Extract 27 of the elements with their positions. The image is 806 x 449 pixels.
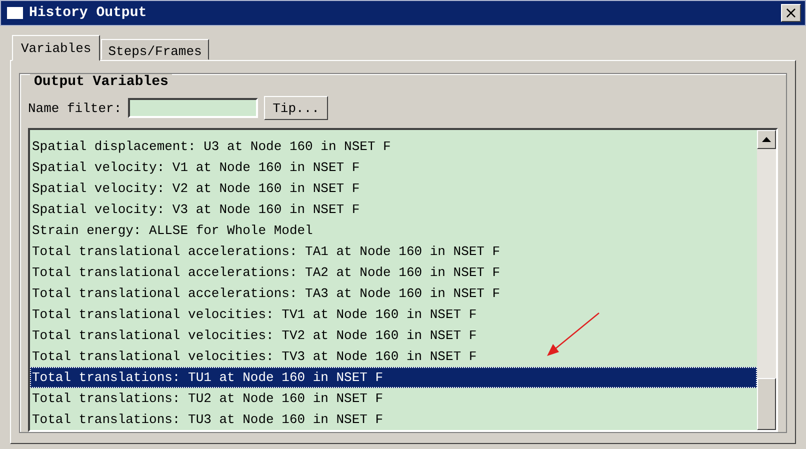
name-filter-label: Name filter: bbox=[28, 100, 122, 116]
list-item[interactable]: Total translational accelerations: TA3 at Node 160 in NSET F bbox=[30, 283, 757, 304]
list-item[interactable]: Total translational velocities: TV3 at Node 160 in NSET F bbox=[30, 346, 757, 367]
window-title: History Output bbox=[29, 5, 148, 21]
list-item[interactable]: Total translational accelerations: TA2 at Node 160 in NSET F bbox=[30, 262, 757, 283]
list-item[interactable]: Spatial velocity: V1 at Node 160 in NSET F bbox=[30, 157, 757, 178]
group-title: Output Variables bbox=[30, 74, 172, 90]
list-item[interactable]: Spatial velocity: V2 at Node 160 in NSET F bbox=[30, 178, 757, 199]
name-filter-field[interactable] bbox=[128, 98, 258, 118]
window-icon bbox=[7, 7, 23, 19]
list-item[interactable]: Total translational velocities: TV2 at Node 160 in NSET F bbox=[30, 325, 757, 346]
list-item[interactable]: Total translations: TU1 at Node 160 in NSET F bbox=[30, 367, 757, 388]
close-button[interactable]: × bbox=[781, 4, 801, 22]
list-item[interactable]: Total translations: TU3 at Node 160 in NSET F bbox=[30, 409, 757, 430]
tip-button[interactable]: Tip... bbox=[264, 96, 328, 120]
scroll-up-button[interactable] bbox=[757, 130, 776, 149]
list-item[interactable]: Total translational accelerations: TA1 at Node 160 in NSET F bbox=[30, 241, 757, 262]
tab[interactable]: Variables bbox=[12, 35, 100, 61]
tab[interactable]: Steps/Frames bbox=[101, 39, 209, 60]
list-item[interactable]: Strain energy: ALLSE for Whole Model bbox=[30, 220, 757, 241]
list-item[interactable]: Spatial velocity: V3 at Node 160 in NSET F bbox=[30, 199, 757, 220]
scrollbar[interactable] bbox=[757, 130, 776, 430]
list-item[interactable]: Spatial displacement: U3 at Node 160 in NSET F bbox=[30, 136, 757, 157]
list-item[interactable]: Total translations: TU2 at Node 160 in NSET F bbox=[30, 388, 757, 409]
up-triangle-icon bbox=[762, 137, 771, 142]
list-item[interactable]: Total translational velocities: TV1 at Node 160 in NSET F bbox=[30, 304, 757, 325]
scroll-thumb[interactable] bbox=[757, 378, 776, 430]
